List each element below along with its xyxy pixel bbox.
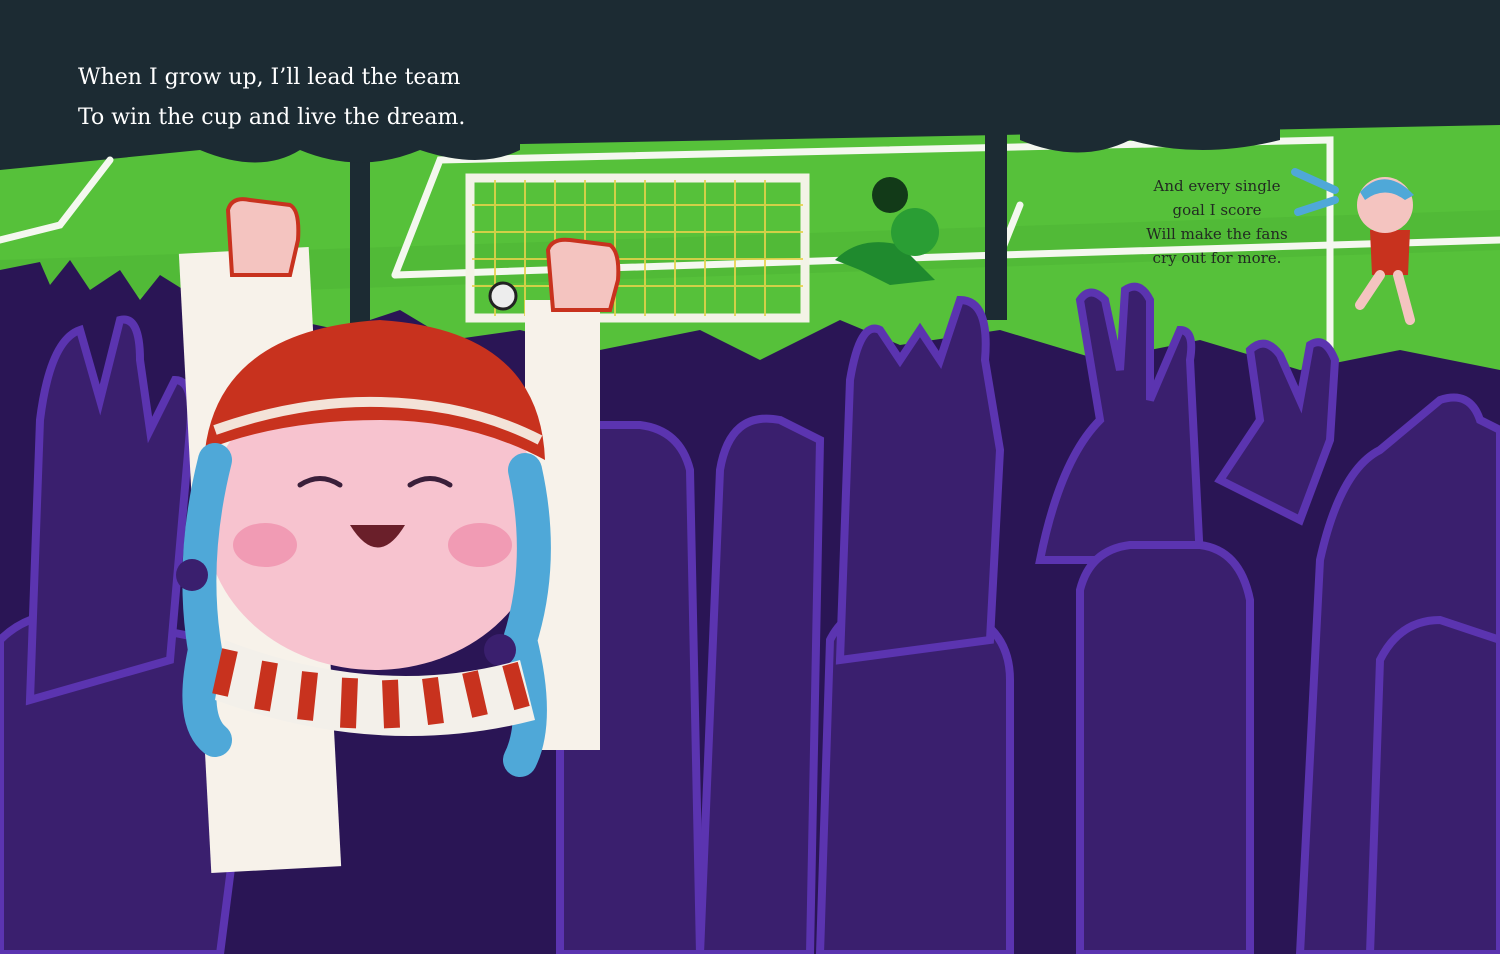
raised-fist-left — [225, 197, 301, 277]
verse-right-line-3: Will make the fans — [1146, 225, 1288, 243]
earmuff-right — [484, 634, 516, 666]
football — [488, 281, 518, 311]
verse-right-line-1: And every single — [1153, 177, 1281, 195]
girl-hair-left — [182, 443, 232, 757]
raised-fist-right — [545, 237, 621, 312]
earmuff-left — [176, 559, 208, 591]
verse-right-line-2: goal I score — [1172, 201, 1262, 219]
verse-left-line-2: To win the cup and live the dream. — [78, 105, 466, 130]
verse-right-line-4: cry out for more. — [1152, 249, 1282, 267]
verse-right: And every single goal I score Will make … — [1132, 174, 1302, 270]
stadium-illustration — [0, 0, 1500, 954]
verse-left: When I grow up, I’ll lead the team To wi… — [78, 58, 465, 138]
book-spread: When I grow up, I’ll lead the team To wi… — [0, 0, 1500, 954]
verse-left-line-1: When I grow up, I’ll lead the team — [78, 65, 461, 90]
